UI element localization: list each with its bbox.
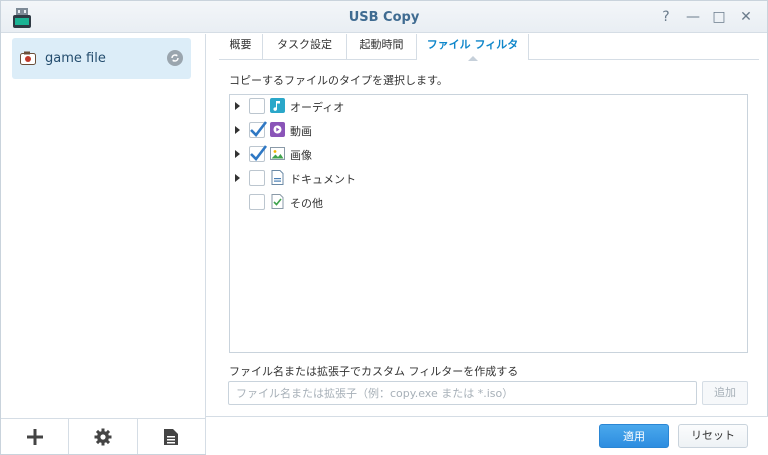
other-label: その他 [290, 197, 323, 210]
settings-button[interactable] [69, 419, 138, 454]
title-bar[interactable]: USB Copy ? — □ ✕ [1, 1, 767, 33]
tab-schedule[interactable]: 起動時間 [347, 34, 417, 60]
audio-checkbox[interactable] [249, 98, 265, 114]
checkmark-icon [250, 145, 268, 161]
music-icon [270, 98, 285, 113]
add-filter-button[interactable]: 追加 [702, 381, 748, 405]
image-label: 画像 [290, 149, 312, 162]
camera-icon [20, 51, 36, 65]
active-tab-indicator [467, 56, 478, 61]
document-label: ドキュメント [290, 173, 356, 186]
gear-icon [94, 428, 112, 445]
log-button[interactable] [138, 419, 205, 454]
task-sidebar: game file [1, 34, 206, 454]
add-icon [26, 428, 43, 445]
close-icon[interactable]: ✕ [737, 8, 755, 26]
other-checkbox[interactable] [249, 194, 265, 210]
task-label: game file [45, 51, 106, 66]
help-icon[interactable]: ? [657, 8, 675, 26]
expand-arrow-icon[interactable] [235, 102, 240, 110]
usb-copy-window: USB Copy ? — □ ✕ game file 概要 タスク設定 起動時間… [0, 0, 768, 455]
document-icon [271, 170, 284, 185]
reset-button[interactable]: リセット [678, 424, 748, 448]
task-item-game-file[interactable]: game file [12, 38, 191, 79]
expand-arrow-icon[interactable] [235, 126, 240, 134]
window-title: USB Copy [348, 10, 420, 25]
tab-file-filter[interactable]: ファイル フィルタ [417, 34, 529, 61]
video-checkbox[interactable] [249, 121, 268, 138]
document-checkbox[interactable] [249, 170, 265, 186]
video-label: 動画 [290, 125, 312, 138]
custom-filter-label: ファイル名または拡張子でカスタム フィルターを作成する [229, 365, 519, 378]
minimize-icon[interactable]: — [684, 8, 702, 26]
file-type-tree: オーディオ 動画 画像 ドキュメント その他 [229, 94, 748, 353]
video-icon [270, 122, 285, 137]
maximize-icon[interactable]: □ [710, 8, 728, 26]
tree-row-image: 画像 [230, 143, 747, 165]
tree-row-audio: オーディオ [230, 95, 747, 117]
checkmark-icon [250, 121, 268, 137]
apply-button[interactable]: 適用 [599, 424, 669, 448]
filter-section-label: コピーするファイルのタイプを選択します。 [229, 74, 448, 87]
dialog-footer: 適用 リセット [206, 416, 768, 455]
tab-file-filter-label: ファイル フィルタ [426, 38, 519, 51]
other-icon [271, 194, 284, 209]
tree-row-document: ドキュメント [230, 167, 747, 189]
tree-row-other: その他 [230, 191, 747, 213]
image-checkbox[interactable] [249, 145, 268, 162]
add-task-button[interactable] [1, 419, 70, 454]
tab-bar: 概要 タスク設定 起動時間 ファイル フィルタ [219, 34, 759, 61]
log-icon [164, 428, 179, 445]
tab-task-settings[interactable]: タスク設定 [263, 34, 347, 60]
image-icon [270, 147, 285, 160]
sidebar-toolbar [1, 418, 205, 454]
sync-icon [167, 50, 183, 66]
tab-overview[interactable]: 概要 [219, 34, 263, 60]
expand-arrow-icon[interactable] [235, 150, 240, 158]
tree-row-video: 動画 [230, 119, 747, 141]
custom-filter-input[interactable] [228, 381, 697, 405]
audio-label: オーディオ [290, 101, 345, 114]
expand-arrow-icon[interactable] [235, 174, 240, 182]
